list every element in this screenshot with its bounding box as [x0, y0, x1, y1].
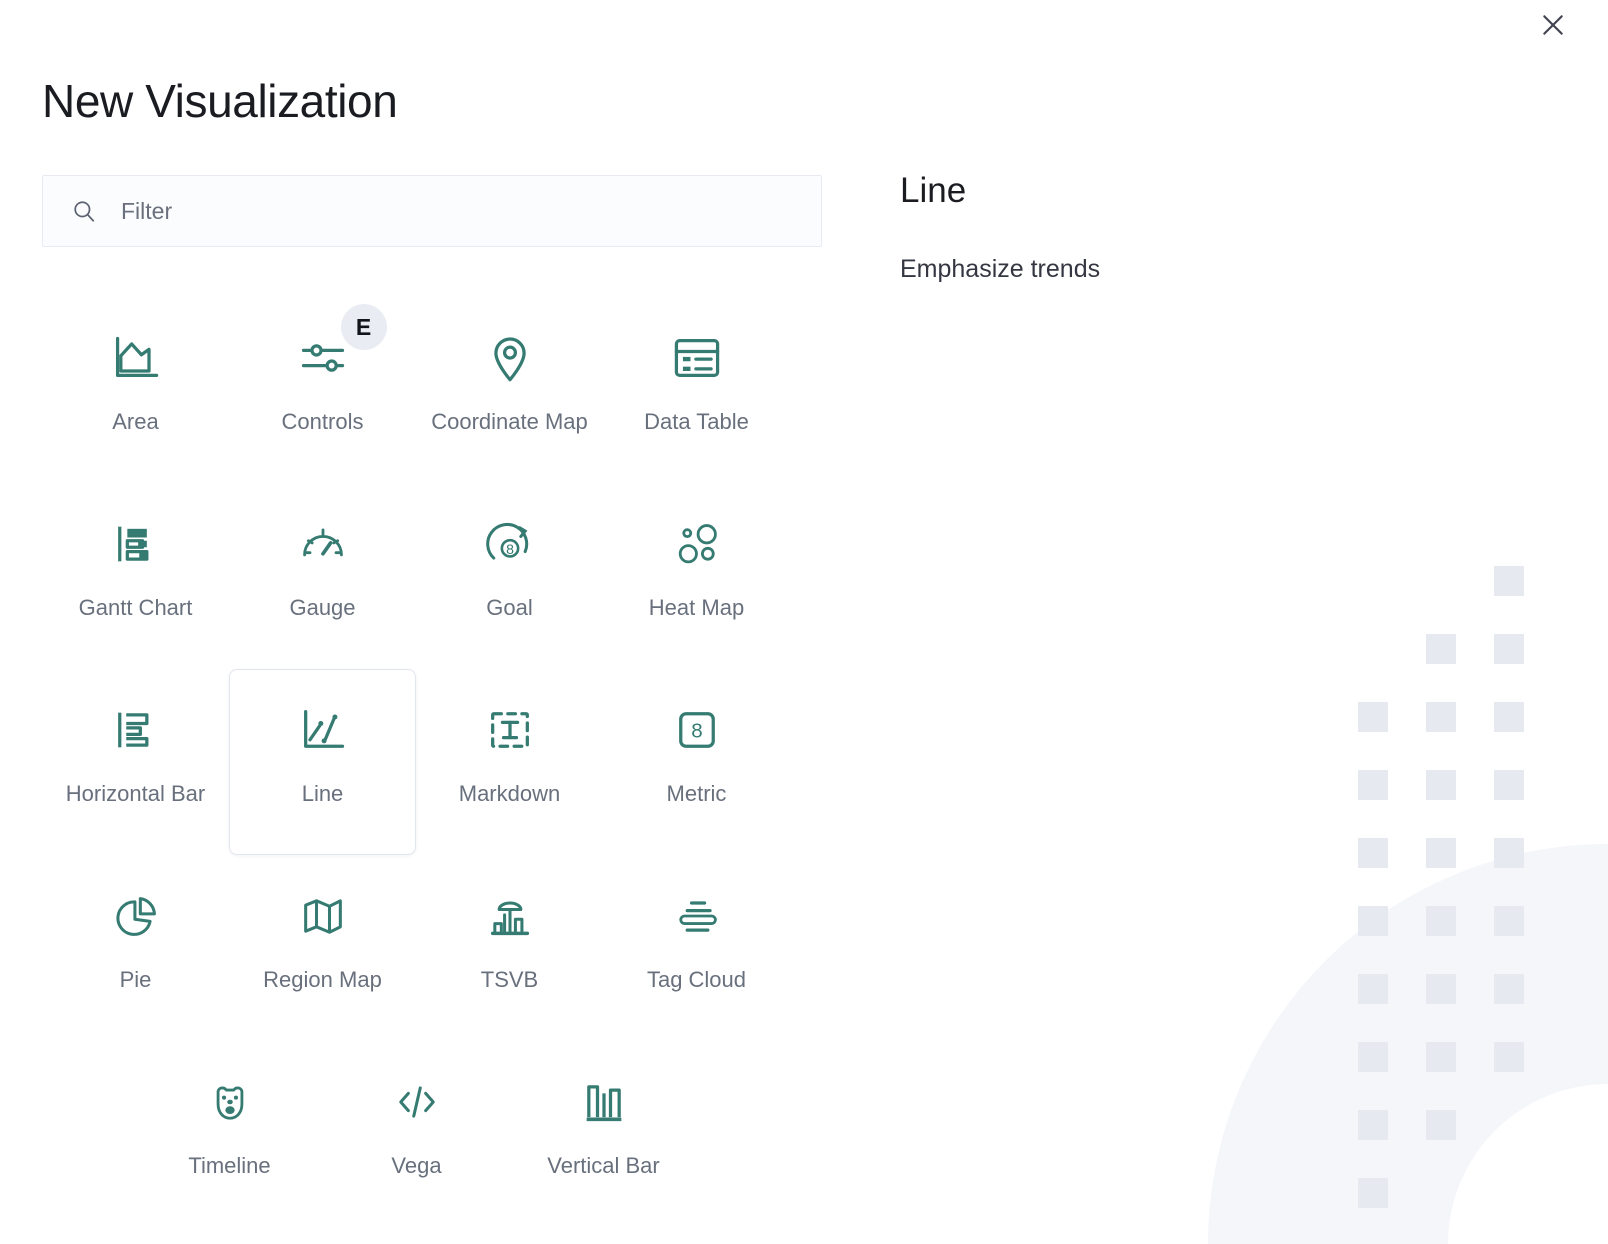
vis-label: Area [112, 409, 159, 434]
vis-label: Goal [486, 595, 533, 620]
controls-icon [295, 330, 351, 386]
vis-card-pie[interactable]: Pie [42, 855, 229, 1041]
tsvb-icon [482, 888, 538, 944]
pie-chart-icon [108, 888, 164, 944]
search-input[interactable] [43, 176, 821, 246]
vertical-bar-icon [576, 1074, 632, 1130]
area-chart-icon [108, 330, 164, 386]
data-table-icon [669, 330, 725, 386]
vis-label: Pie [119, 967, 152, 992]
close-icon[interactable] [1534, 6, 1572, 44]
vis-card-line[interactable]: Line [229, 669, 416, 855]
page-title: New Visualization [42, 74, 398, 127]
experimental-badge: E [340, 304, 387, 350]
vis-card-vega[interactable]: Vega [323, 1041, 510, 1227]
vis-label: Vega [391, 1153, 442, 1178]
vis-card-gauge[interactable]: Gauge [229, 483, 416, 669]
vis-card-tsvb[interactable]: TSVB [416, 855, 603, 1041]
vis-card-metric[interactable]: 8 Metric [603, 669, 790, 855]
gantt-chart-icon [108, 516, 164, 572]
vis-card-heat-map[interactable]: Heat Map [603, 483, 790, 669]
vis-card-area[interactable]: Area [42, 297, 229, 483]
tag-cloud-icon [669, 888, 725, 944]
map-pin-icon [482, 330, 538, 386]
vis-label: Vertical Bar [547, 1153, 660, 1178]
region-map-icon [295, 888, 351, 944]
visualization-grid: Area E Controls Coordinate Map Data Tabl… [42, 297, 822, 1041]
vis-label: Heat Map [648, 595, 745, 620]
vis-label: Timeline [188, 1153, 271, 1178]
vis-label: Coordinate Map [431, 409, 588, 434]
vis-label: Line [301, 781, 344, 806]
svg-text:8: 8 [506, 541, 514, 557]
vis-label: Data Table [644, 409, 749, 434]
vis-card-horizontal-bar[interactable]: Horizontal Bar [42, 669, 229, 855]
timeline-bear-icon [202, 1074, 258, 1130]
metric-icon: 8 [669, 702, 725, 758]
vis-card-data-table[interactable]: Data Table [603, 297, 790, 483]
vis-card-markdown[interactable]: Markdown [416, 669, 603, 855]
horizontal-bar-icon [108, 702, 164, 758]
vis-label: Controls [281, 409, 364, 434]
vis-label: Markdown [458, 781, 561, 806]
visualization-picker: Area E Controls [42, 175, 822, 1227]
vis-card-timeline[interactable]: Timeline [136, 1041, 323, 1227]
visualization-grid-last-row: Timeline Vega Vertical Bar [136, 1041, 822, 1227]
markdown-icon [482, 702, 538, 758]
vis-label: TSVB [480, 967, 539, 992]
detail-title: Line [900, 171, 967, 210]
goal-icon: 8 [482, 516, 538, 572]
vis-label: Region Map [263, 967, 382, 992]
filter-search-box[interactable] [42, 175, 822, 247]
vis-card-region-map[interactable]: Region Map [229, 855, 416, 1041]
vis-card-goal[interactable]: 8 Goal [416, 483, 603, 669]
visualization-detail-panel: Line Emphasize trends [900, 171, 1520, 286]
line-chart-icon [295, 702, 351, 758]
vis-card-gantt-chart[interactable]: Gantt Chart [42, 483, 229, 669]
vis-card-coordinate-map[interactable]: Coordinate Map [416, 297, 603, 483]
search-icon [71, 198, 97, 224]
vis-label: Metric [666, 781, 727, 806]
vis-card-vertical-bar[interactable]: Vertical Bar [510, 1041, 697, 1227]
vis-label: Tag Cloud [646, 967, 747, 992]
svg-text:8: 8 [691, 720, 702, 743]
vis-label: Gauge [289, 595, 356, 620]
heat-map-icon [669, 516, 725, 572]
vega-code-icon [389, 1074, 445, 1130]
vis-label: Horizontal Bar [65, 781, 206, 806]
vis-label: Gantt Chart [78, 595, 193, 620]
vis-card-controls[interactable]: E Controls [229, 297, 416, 483]
decorative-background [988, 544, 1608, 1244]
gauge-icon [295, 516, 351, 572]
vis-card-tag-cloud[interactable]: Tag Cloud [603, 855, 790, 1041]
detail-description: Emphasize trends [900, 254, 1101, 283]
